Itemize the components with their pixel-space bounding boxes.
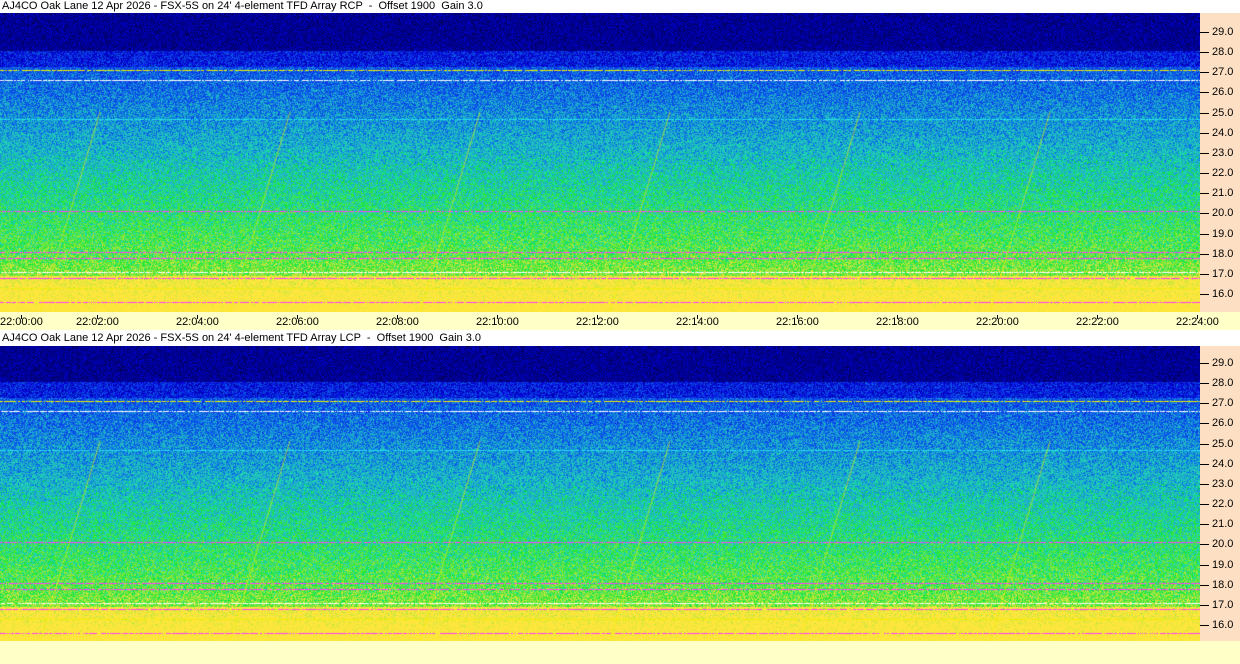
- time-tick: 22:02:00: [76, 315, 119, 328]
- frequency-tick-label: 16.0: [1212, 287, 1234, 300]
- frequency-tick: 20.0: [1200, 538, 1233, 550]
- frequency-tick-label: 18.0: [1212, 247, 1234, 260]
- frequency-tick-label: 17.0: [1212, 267, 1234, 280]
- frequency-tick-label: 24.0: [1212, 126, 1234, 139]
- frequency-tick: 28.0: [1200, 46, 1233, 58]
- frequency-tick: 16.0: [1200, 619, 1233, 631]
- frequency-tick: 24.0: [1200, 127, 1233, 139]
- frequency-tick-label: 22.0: [1212, 167, 1234, 180]
- time-tick: 22:04:00: [176, 315, 219, 328]
- frequency-tick-label: 28.0: [1212, 46, 1234, 59]
- frequency-tick-label: 29.0: [1212, 26, 1234, 38]
- time-tick: 22:24:00: [1176, 315, 1219, 328]
- frequency-tick-label: 21.0: [1212, 187, 1234, 200]
- spectrogram-rcp: [0, 13, 1200, 312]
- time-tick: 22:22:00: [1076, 315, 1119, 328]
- frequency-tick: 25.0: [1200, 107, 1233, 119]
- frequency-tick-label: 22.0: [1212, 498, 1234, 511]
- frequency-tick-label: 26.0: [1212, 417, 1234, 430]
- frequency-tick: 18.0: [1200, 579, 1233, 591]
- frequency-tick: 24.0: [1200, 458, 1233, 470]
- time-tick: 22:10:00: [476, 315, 519, 328]
- frequency-tick-label: 17.0: [1212, 598, 1234, 611]
- spectrogram-lcp: [0, 346, 1200, 641]
- frequency-axis-lcp: 16.0 17.0 18.0 19.0 20.0 21.0 22.0 23.0 24.0 25.0…: [1200, 346, 1240, 641]
- frequency-tick: 16.0: [1200, 288, 1233, 300]
- frequency-tick: 29.0: [1200, 26, 1233, 38]
- frequency-tick: 23.0: [1200, 147, 1233, 159]
- frequency-tick: 18.0: [1200, 248, 1233, 260]
- time-tick: 22:20:00: [976, 315, 1019, 328]
- frequency-tick: 25.0: [1200, 438, 1233, 450]
- frequency-tick-label: 25.0: [1212, 106, 1234, 119]
- time-tick: 22:00:00: [0, 315, 43, 328]
- frequency-tick-label: 28.0: [1212, 377, 1234, 390]
- panel-title-lcp: AJ4CO Oak Lane 12 Apr 2026 - FSX-5S on 2…: [2, 332, 482, 344]
- frequency-tick: 19.0: [1200, 559, 1233, 571]
- frequency-tick: 28.0: [1200, 377, 1233, 389]
- frequency-tick-label: 20.0: [1212, 538, 1234, 551]
- frequency-tick: 22.0: [1200, 498, 1233, 510]
- frequency-tick-label: 20.0: [1212, 207, 1234, 220]
- time-tick: 22:06:00: [276, 315, 319, 328]
- time-tick: 22:08:00: [376, 315, 419, 328]
- frequency-tick: 29.0: [1200, 357, 1233, 369]
- frequency-tick: 26.0: [1200, 86, 1233, 98]
- panel-title-rcp: AJ4CO Oak Lane 12 Apr 2026 - FSX-5S on 2…: [2, 0, 483, 12]
- frequency-tick-label: 23.0: [1212, 477, 1234, 490]
- time-tick: 22:16:00: [776, 315, 819, 328]
- frequency-tick: 27.0: [1200, 397, 1233, 409]
- frequency-tick: 22.0: [1200, 167, 1233, 179]
- frequency-tick-label: 27.0: [1212, 66, 1234, 79]
- frequency-tick: 21.0: [1200, 187, 1233, 199]
- frequency-tick-label: 25.0: [1212, 437, 1234, 450]
- time-tick: 22:14:00: [676, 315, 719, 328]
- frequency-tick-label: 19.0: [1212, 558, 1234, 571]
- frequency-tick: 17.0: [1200, 599, 1233, 611]
- time-tick: 22:12:00: [576, 315, 619, 328]
- frequency-tick: 20.0: [1200, 207, 1233, 219]
- frequency-tick-label: 24.0: [1212, 457, 1234, 470]
- time-axis: 22:00:00 22:02:00 22:04:00 22:06:00 22:08:00…: [0, 312, 1240, 330]
- bottom-strip: [0, 641, 1240, 664]
- frequency-tick-label: 27.0: [1212, 397, 1234, 410]
- frequency-tick-label: 29.0: [1212, 357, 1234, 369]
- frequency-tick-label: 18.0: [1212, 578, 1234, 591]
- frequency-tick-label: 26.0: [1212, 86, 1234, 99]
- frequency-axis-rcp: 16.0 17.0 18.0 19.0 20.0 21.0 22.0 23.0 24.0 25.0…: [1200, 13, 1240, 312]
- frequency-tick-label: 21.0: [1212, 518, 1234, 531]
- frequency-tick-label: 19.0: [1212, 227, 1234, 240]
- frequency-tick: 23.0: [1200, 478, 1233, 490]
- frequency-tick: 19.0: [1200, 228, 1233, 240]
- frequency-tick: 17.0: [1200, 268, 1233, 280]
- frequency-tick-label: 23.0: [1212, 146, 1234, 159]
- frequency-tick: 27.0: [1200, 66, 1233, 78]
- time-tick: 22:18:00: [876, 315, 919, 328]
- frequency-tick: 21.0: [1200, 518, 1233, 530]
- frequency-tick-label: 16.0: [1212, 618, 1234, 631]
- frequency-tick: 26.0: [1200, 417, 1233, 429]
